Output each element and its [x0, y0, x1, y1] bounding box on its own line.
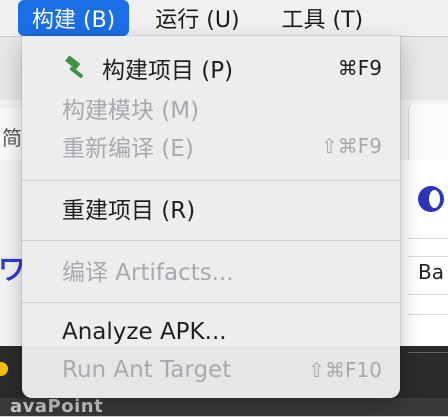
build-menu-dropdown: 构建项目 (P) ⌘F9 构建模块 (M) 重新编译 (E) ⇧⌘F9 重建项目… — [22, 36, 400, 398]
menu-separator — [22, 180, 400, 181]
tab-right[interactable] — [408, 104, 448, 160]
status-dot-icon — [0, 362, 8, 376]
menu-item-label: Analyze APK... — [62, 319, 227, 345]
menu-run[interactable]: 运行 (U) — [139, 0, 255, 36]
menu-item-shortcut: ⌘F9 — [337, 56, 382, 80]
menu-item-label: 构建项目 (P) — [102, 58, 234, 84]
hammer-icon — [64, 55, 90, 80]
menu-item-build-project[interactable]: 构建项目 (P) ⌘F9 — [22, 48, 400, 88]
menu-item-compile-artifacts[interactable]: 编译 Artifacts... — [22, 250, 400, 290]
menu-separator — [22, 302, 400, 303]
menu-item-label: 编译 Artifacts... — [62, 260, 234, 286]
menu-item-label: 重建项目 (R) — [62, 198, 196, 224]
bottom-text: avaPoint — [10, 396, 104, 417]
menu-item-label: Run Ant Target — [62, 357, 232, 383]
tab-left-label: 简 — [2, 126, 22, 150]
menu-item-analyze-apk[interactable]: Analyze APK... — [22, 312, 400, 352]
menu-item-recompile[interactable]: 重新编译 (E) ⇧⌘F9 — [22, 126, 400, 166]
menu-item-shortcut: ⇧⌘F10 — [308, 358, 382, 382]
menu-build[interactable]: 构建 (B) — [18, 0, 130, 36]
menu-bar: 构建 (B) 运行 (U) 工具 (T) — [0, 0, 448, 37]
menu-tools[interactable]: 工具 (T) — [266, 0, 380, 36]
menu-item-rebuild-project[interactable]: 重建项目 (R) — [22, 188, 400, 228]
bottom-bar: avaPoint — [0, 396, 448, 417]
menu-item-label: 重新编译 (E) — [62, 136, 194, 162]
menu-item-build-module[interactable]: 构建模块 (M) — [22, 88, 400, 128]
app-logo-icon — [418, 186, 444, 212]
menu-item-label: 构建模块 (M) — [62, 98, 200, 124]
menu-separator — [22, 240, 400, 241]
menu-item-run-ant-target[interactable]: Run Ant Target ⇧⌘F10 — [22, 350, 400, 390]
page-left-margin: ワ — [0, 160, 26, 350]
menu-item-shortcut: ⇧⌘F9 — [321, 134, 382, 158]
right-panel-text: Ba — [418, 260, 444, 284]
right-panel: Ba — [408, 172, 448, 332]
